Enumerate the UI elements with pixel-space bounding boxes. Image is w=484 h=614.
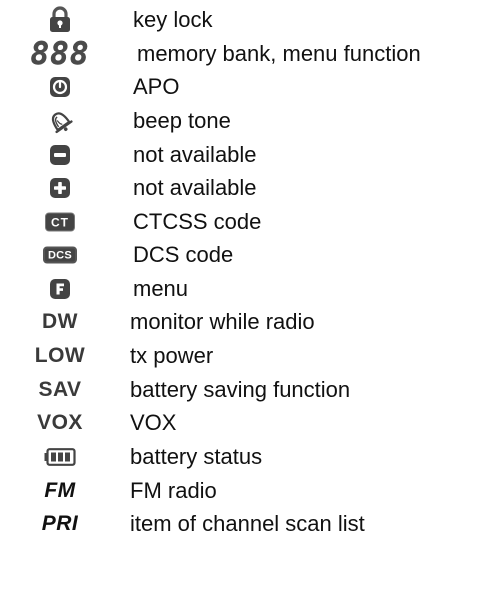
legend-label: CTCSS code	[133, 209, 262, 234]
legend-label: menu	[133, 276, 189, 301]
legend-label: memory bank, menu function	[137, 41, 421, 66]
pri-indicator: PRI	[41, 512, 79, 535]
bell-icon	[46, 108, 74, 134]
legend-label: not available	[133, 175, 257, 200]
legend-row-dcs: DCS DCS code	[0, 237, 484, 273]
legend-label: key lock	[133, 7, 213, 32]
legend-row-tx-power: LOW tx power	[0, 338, 484, 374]
legend-row-vox: VOX VOX	[0, 405, 484, 441]
legend-row-memory-bank: 888 memory bank, menu function	[0, 36, 484, 72]
legend-row-battery-status: battery status	[0, 439, 484, 475]
legend-row-dual-watch: DW monitor while radio	[0, 304, 484, 340]
legend-row-battery-save: SAV battery saving function	[0, 372, 484, 408]
legend-label: VOX	[130, 410, 177, 435]
ct-badge-icon: CT	[45, 212, 75, 232]
legend-row-plus: not available	[0, 170, 484, 206]
legend-row-apo: APO	[0, 69, 484, 105]
legend-row-fm-radio: FM FM radio	[0, 473, 484, 509]
minus-icon	[49, 144, 71, 166]
dw-indicator: DW	[42, 310, 78, 333]
legend-label: battery saving function	[130, 377, 351, 402]
f-key-icon	[49, 278, 71, 300]
fm-indicator: FM	[44, 479, 76, 502]
vox-indicator: VOX	[37, 411, 83, 434]
legend-row-priority: PRI item of channel scan list	[0, 506, 484, 542]
power-timer-icon	[48, 75, 72, 99]
dcs-badge-icon: DCS	[43, 246, 77, 264]
legend-row-key-lock: key lock	[0, 2, 484, 38]
low-indicator: LOW	[34, 344, 86, 367]
sav-indicator: SAV	[38, 378, 82, 401]
legend-row-ctcss: CT CTCSS code	[0, 204, 484, 240]
legend-label: monitor while radio	[130, 309, 315, 334]
legend-row-menu: menu	[0, 271, 484, 307]
legend-label: DCS code	[133, 242, 234, 267]
padlock-icon	[48, 6, 72, 34]
legend-label: tx power	[130, 343, 214, 368]
battery-icon	[44, 448, 76, 466]
legend-label: item of channel scan list	[130, 511, 365, 536]
plus-icon	[49, 177, 71, 199]
legend-label: APO	[133, 74, 180, 99]
legend-label: not available	[133, 142, 257, 167]
legend-label: FM radio	[130, 478, 217, 503]
icon-legend: key lock 888 memory bank, menu function …	[0, 0, 484, 614]
legend-row-minus: not available	[0, 137, 484, 173]
segment-display-icon: 888	[30, 36, 90, 72]
legend-row-beep-tone: beep tone	[0, 103, 484, 139]
legend-label: battery status	[130, 444, 263, 469]
legend-label: beep tone	[133, 108, 231, 133]
